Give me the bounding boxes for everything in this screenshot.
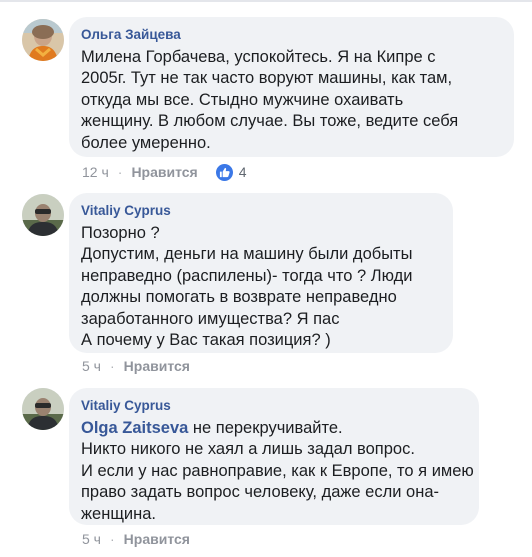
comment-line: Допустим, деньги на машину были добыты — [81, 245, 413, 264]
comment-actions: 5 ч · Нравится — [82, 530, 190, 548]
comment-line: Olga Zaitseva не перекручивайте. — [81, 418, 466, 439]
comment-timestamp[interactable]: 5 ч — [82, 531, 101, 547]
comment-text: Милена Горбачева, успокойтесь. Я на Кипр… — [81, 47, 501, 154]
mention-link[interactable]: Olga Zaitseva — [81, 419, 188, 437]
avatar[interactable] — [22, 19, 64, 61]
comment-line: 2005г. Тут не так часто воруют машины, к… — [81, 69, 453, 88]
comment-line: И если у нас равноправие, как к Европе, … — [81, 461, 474, 480]
comment-line: Позорно ? — [81, 224, 160, 242]
avatar[interactable] — [22, 194, 64, 236]
comment-text: Позорно ? Допустим, деньги на машину был… — [81, 223, 440, 351]
user-photo-icon — [22, 194, 64, 236]
comment-timestamp[interactable]: 5 ч — [82, 358, 101, 374]
comment-author[interactable]: Ольга Зайцева — [81, 26, 501, 44]
comment-line: должны помогать в возврате неправедно — [81, 288, 397, 307]
like-button[interactable]: Нравится — [124, 358, 190, 374]
reaction-count: 4 — [238, 164, 247, 180]
comment-line: откуда мы все. Стыдно мужчине охаивать — [81, 90, 404, 109]
like-button[interactable]: Нравится — [131, 164, 197, 180]
comment-line: женщину. В любом случае. Вы тоже, ведите… — [81, 112, 459, 131]
user-photo-icon — [22, 388, 64, 430]
comment-line: женщина. — [81, 504, 156, 523]
comment-timestamp[interactable]: 12 ч — [82, 164, 109, 180]
comment-line: более умеренно. — [81, 133, 211, 152]
comment-line: А почему у Вас такая позиция? ) — [81, 331, 331, 350]
comment-line: Никто никого не хаял а лишь задал вопрос… — [81, 440, 415, 459]
comment-author[interactable]: Vitaliy Cyprus — [81, 397, 466, 415]
thumbs-up-icon — [215, 163, 233, 181]
comment-bubble: Vitaliy Cyprus Olga Zaitseva не перекруч… — [69, 388, 479, 525]
separator: · — [109, 531, 115, 547]
comment-actions: 5 ч · Нравится — [82, 357, 190, 375]
comment-line-rest: не перекручивайте. — [188, 419, 343, 437]
comment-bubble: Vitaliy Cyprus Позорно ? Допустим, деньг… — [69, 193, 453, 353]
separator: · — [117, 164, 123, 180]
separator: · — [109, 358, 115, 374]
reactions-summary[interactable]: 4 — [215, 163, 247, 181]
comment-line: право задать вопрос человеку, даже если … — [81, 483, 439, 502]
comment-line: Милена Горбачева, успокойтесь. Я на Кипр… — [81, 48, 436, 66]
avatar[interactable] — [22, 388, 64, 430]
comment-actions: 12 ч · Нравится 4 — [82, 163, 247, 181]
comment-bubble: Ольга Зайцева Милена Горбачева, успокойт… — [69, 17, 514, 157]
like-button[interactable]: Нравится — [124, 531, 190, 547]
user-photo-icon — [22, 19, 64, 61]
comment-line: заработанного имущества? Я пас — [81, 309, 340, 328]
comment-text: Olga Zaitseva не перекручивайте. Никто н… — [81, 418, 474, 525]
top-divider — [0, 0, 532, 2]
comment-line: неправедно (распилены)- тогда что ? Люди — [81, 266, 413, 285]
comment-author[interactable]: Vitaliy Cyprus — [81, 202, 440, 220]
